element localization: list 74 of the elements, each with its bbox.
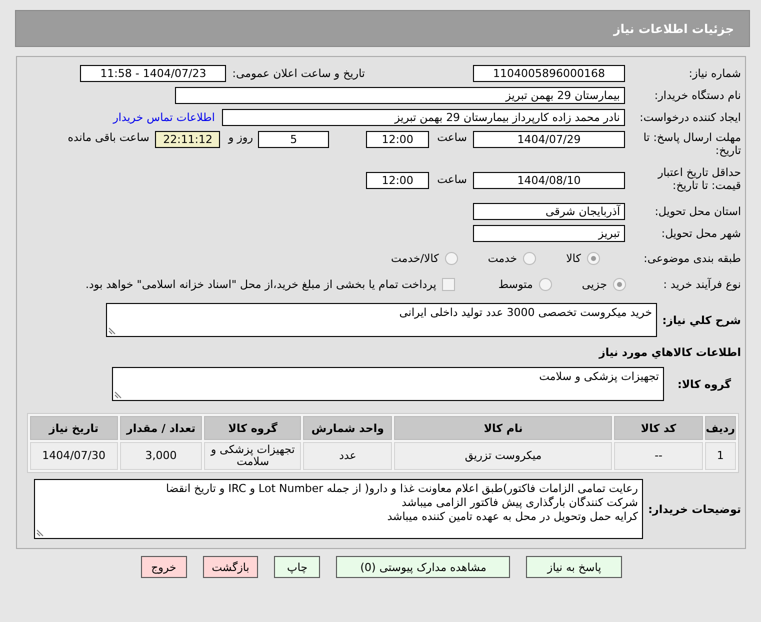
column-header: واحد شمارش bbox=[303, 416, 392, 440]
table-cell: عدد bbox=[303, 442, 392, 470]
resize-grip-icon[interactable] bbox=[114, 391, 122, 399]
action-button[interactable]: بازگشت bbox=[202, 556, 258, 578]
page-title: جزئیات اطلاعات نیاز bbox=[613, 22, 734, 36]
field-value: خرید میکروست تخصصی 3000 عدد تولید داخلی ایرانی bbox=[399, 306, 652, 319]
table-cell: میکروست تزریق bbox=[394, 442, 612, 470]
field-label: شهر محل تحویل: bbox=[660, 227, 742, 240]
action-button[interactable]: مشاهده مدارک پیوستی (0) bbox=[336, 556, 510, 578]
field-label: روز و bbox=[228, 131, 254, 144]
radio-button[interactable] bbox=[444, 252, 458, 265]
field-label: نام دستگاه خریدار: bbox=[653, 89, 742, 102]
resize-grip-icon[interactable] bbox=[108, 327, 116, 335]
text-line: کرایه حمل وتحویل در محل به عهده تامین کننده میباشد bbox=[386, 510, 638, 524]
option-label: جزیی bbox=[582, 278, 607, 290]
column-header: تاریخ نیاز bbox=[30, 416, 118, 440]
text-field[interactable]: 1104005896000168 bbox=[473, 65, 625, 82]
countdown-field[interactable]: 22:11:12 bbox=[155, 131, 220, 148]
field-label: تاریخ و ساعت اعلان عمومی: bbox=[232, 67, 365, 80]
radio-button[interactable] bbox=[523, 252, 536, 265]
payment-note: پرداخت تمام یا بخشی از مبلغ خرید،از محل "اسناد خزانه اسلامی" خواهد بود. bbox=[86, 278, 436, 290]
field-label: گروه کالا: bbox=[676, 378, 732, 390]
option-label: کالا bbox=[566, 252, 581, 265]
table-cell: 3,000 bbox=[120, 442, 202, 470]
radio-button[interactable] bbox=[538, 278, 552, 290]
text-area[interactable]: خرید میکروست تخصصی 3000 عدد تولید داخلی ایرانی bbox=[106, 303, 657, 337]
option-label: خدمت bbox=[488, 252, 518, 265]
text-field[interactable]: 1404/08/10 bbox=[473, 172, 625, 189]
field-label: شرح کلي نياز: bbox=[661, 314, 742, 326]
text-field[interactable]: 12:00 bbox=[366, 172, 430, 189]
field-label: شماره نیاز: bbox=[688, 67, 742, 80]
notes-area[interactable]: رعایت تمامی الزامات فاکتور)طبق اعلام معاونت غذا و دارو( از جمله Lot Number و IRC و تاریخ انقضا شرکت کنندگان بارگذاری پیش فاکتور الزامی میباشد کرایه حمل وتحویل در محل به عهده تامین کننده میباشد bbox=[34, 479, 643, 539]
action-button[interactable]: چاپ bbox=[274, 556, 320, 578]
text-field[interactable]: 12:00 bbox=[366, 131, 430, 148]
text-area[interactable]: تجهیزات پزشکی و سلامت bbox=[112, 367, 664, 401]
field-label: ساعت باقی مانده bbox=[68, 131, 150, 144]
field-label: طبقه بندی موضوعی: bbox=[642, 252, 742, 265]
table-cell: 1404/07/30 bbox=[30, 442, 118, 470]
text-field[interactable]: 1404/07/23 - 11:58 bbox=[80, 65, 226, 82]
field-label: توضیحات خریدار: bbox=[647, 502, 742, 516]
radio-button[interactable] bbox=[613, 278, 626, 290]
text-field[interactable]: 5 bbox=[258, 131, 330, 148]
table-cell: تجهیزات پزشکی و سلامت bbox=[204, 442, 302, 470]
field-label: مهلت ارسال پاسخ: تا تاریخ: bbox=[642, 131, 742, 157]
column-header: کد کالا bbox=[614, 416, 703, 440]
text-field[interactable]: نادر محمد زاده کارپرداز بیمارستان 29 بهمن تبریز bbox=[222, 109, 625, 126]
field-label: ایجاد کننده درخواست: bbox=[638, 111, 742, 124]
contact-link[interactable]: اطلاعات تماس خریدار bbox=[113, 111, 215, 124]
radio-button[interactable] bbox=[587, 252, 600, 265]
text-field[interactable]: بیمارستان 29 بهمن تبریز bbox=[175, 87, 625, 104]
text-line: شرکت کنندگان بارگذاری پیش فاکتور الزامی میباشد bbox=[400, 496, 638, 510]
field-label: نوع فرآیند خرید : bbox=[662, 278, 742, 290]
text-field[interactable]: تبریز bbox=[473, 225, 625, 242]
action-button[interactable]: پاسخ به نیاز bbox=[526, 556, 622, 578]
field-label: استان محل تحویل: bbox=[654, 205, 742, 218]
text-field[interactable]: آذربایجان شرقی bbox=[473, 203, 625, 220]
field-label: ساعت bbox=[437, 173, 467, 186]
field-label: ساعت bbox=[437, 131, 467, 144]
option-label: کالا/خدمت bbox=[391, 252, 439, 265]
resize-grip-icon[interactable] bbox=[36, 529, 44, 537]
field-value: تجهیزات پزشکی و سلامت bbox=[539, 370, 659, 383]
checkbox[interactable] bbox=[442, 278, 456, 290]
field-label: حداقل تاریخ اعتبار قیمت: تا تاریخ: bbox=[656, 166, 742, 192]
text-line: رعایت تمامی الزامات فاکتور)طبق اعلام معاونت غذا و دارو( از جمله Lot Number و IRC و تاریخ انقضا bbox=[164, 482, 638, 496]
section-title: اطلاعات کالاهاي مورد نياز bbox=[599, 346, 742, 358]
table-cell: 1 bbox=[704, 442, 736, 470]
column-header: گروه کالا bbox=[204, 416, 302, 440]
text-field[interactable]: 1404/07/29 bbox=[473, 131, 625, 148]
column-header: نام کالا bbox=[394, 416, 612, 440]
column-header: تعداد / مقدار bbox=[120, 416, 202, 440]
action-button[interactable]: خروج bbox=[140, 556, 187, 578]
table-cell: -- bbox=[614, 442, 703, 470]
column-header: ردیف bbox=[704, 416, 736, 440]
option-label: متوسط bbox=[498, 278, 533, 290]
